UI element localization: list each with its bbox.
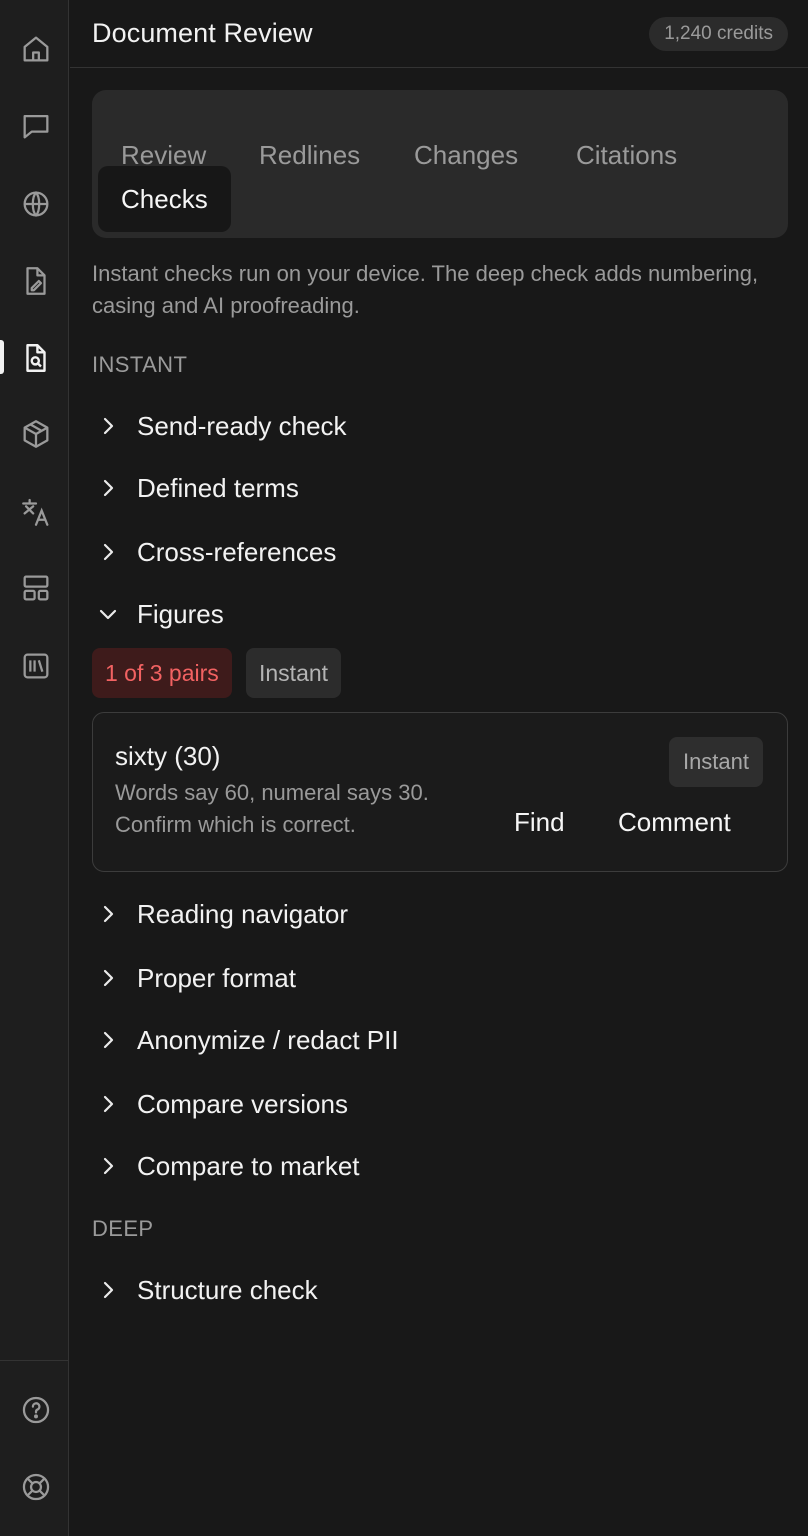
chevron-right-icon [96,1088,128,1120]
check-row-label: Reading navigator [137,898,349,929]
find-button[interactable]: Find [514,807,565,838]
page-title: Document Review [92,18,313,48]
check-row-send-ready[interactable]: Send-ready check [92,404,782,448]
file-edit-icon[interactable] [16,261,56,301]
library-icon[interactable] [16,646,56,686]
chevron-right-icon [96,410,128,442]
finding-title: sixty (30) [115,741,221,771]
issue-count-pill: 1 of 3 pairs [92,648,232,698]
credits-badge: 1,240 credits [649,17,788,51]
finding-card: sixty (30) Words say 60, numeral says 30… [92,712,788,872]
chevron-right-icon [96,962,128,994]
tab-redlines[interactable]: Redlines [236,122,383,188]
section-label-instant: INSTANT [92,352,188,377]
tab-changes[interactable]: Changes [391,122,541,188]
check-row-compare-versions[interactable]: Compare versions [92,1082,782,1126]
tab-bar: Review Redlines Changes Citations Checks [92,90,788,238]
check-row-label: Structure check [137,1274,318,1305]
chevron-right-icon [96,898,128,930]
layout-icon[interactable] [16,568,56,608]
app-root: Document Review 1,240 credits Review Red… [0,0,808,1536]
check-row-label: Compare to market [137,1150,360,1181]
finding-mode-badge: Instant [668,737,763,787]
check-row-label: Figures [137,598,224,629]
rail-active-indicator [0,340,4,374]
chevron-right-icon [96,536,128,568]
check-row-label: Send-ready check [137,410,347,441]
chevron-right-icon [96,1274,128,1306]
check-row-figures[interactable]: Figures [92,592,782,636]
chat-icon[interactable] [16,106,56,146]
panel-header: Document Review 1,240 credits [70,0,808,68]
help-icon[interactable] [16,1390,56,1430]
file-search-icon[interactable] [16,338,56,378]
translate-icon[interactable] [16,492,56,532]
check-row-label: Anonymize / redact PII [137,1024,399,1055]
check-row-label: Compare versions [137,1088,348,1119]
check-row-structure[interactable]: Structure check [92,1268,782,1312]
check-row-defined-terms[interactable]: Defined terms [92,466,782,510]
package-icon[interactable] [16,414,56,454]
tab-citations[interactable]: Citations [553,122,700,188]
comment-button[interactable]: Comment [618,807,731,838]
rail-divider [0,1360,69,1361]
section-label-deep: DEEP [92,1216,154,1241]
chevron-right-icon [96,1024,128,1056]
sidebar-rail [0,0,69,1536]
check-row-proper-format[interactable]: Proper format [92,956,782,1000]
check-row-anonymize[interactable]: Anonymize / redact PII [92,1018,782,1062]
check-row-cross-references[interactable]: Cross-references [92,530,782,574]
check-row-compare-market[interactable]: Compare to market [92,1144,782,1188]
chevron-right-icon [96,1150,128,1182]
tab-checks[interactable]: Checks [98,166,231,232]
check-row-label: Proper format [137,962,296,993]
check-row-label: Cross-references [137,536,337,567]
globe-icon[interactable] [16,184,56,224]
finding-description: Words say 60, numeral says 30. Confirm w… [115,780,429,837]
chevron-down-icon [96,598,128,630]
chevron-right-icon [96,472,128,504]
home-icon[interactable] [16,29,56,69]
check-row-reading-navigator[interactable]: Reading navigator [92,892,782,936]
intro-text: Instant checks run on your device. The d… [92,261,759,318]
lifebuoy-icon[interactable] [16,1467,56,1507]
check-row-label: Defined terms [137,472,299,503]
mode-pill: Instant [246,648,342,698]
